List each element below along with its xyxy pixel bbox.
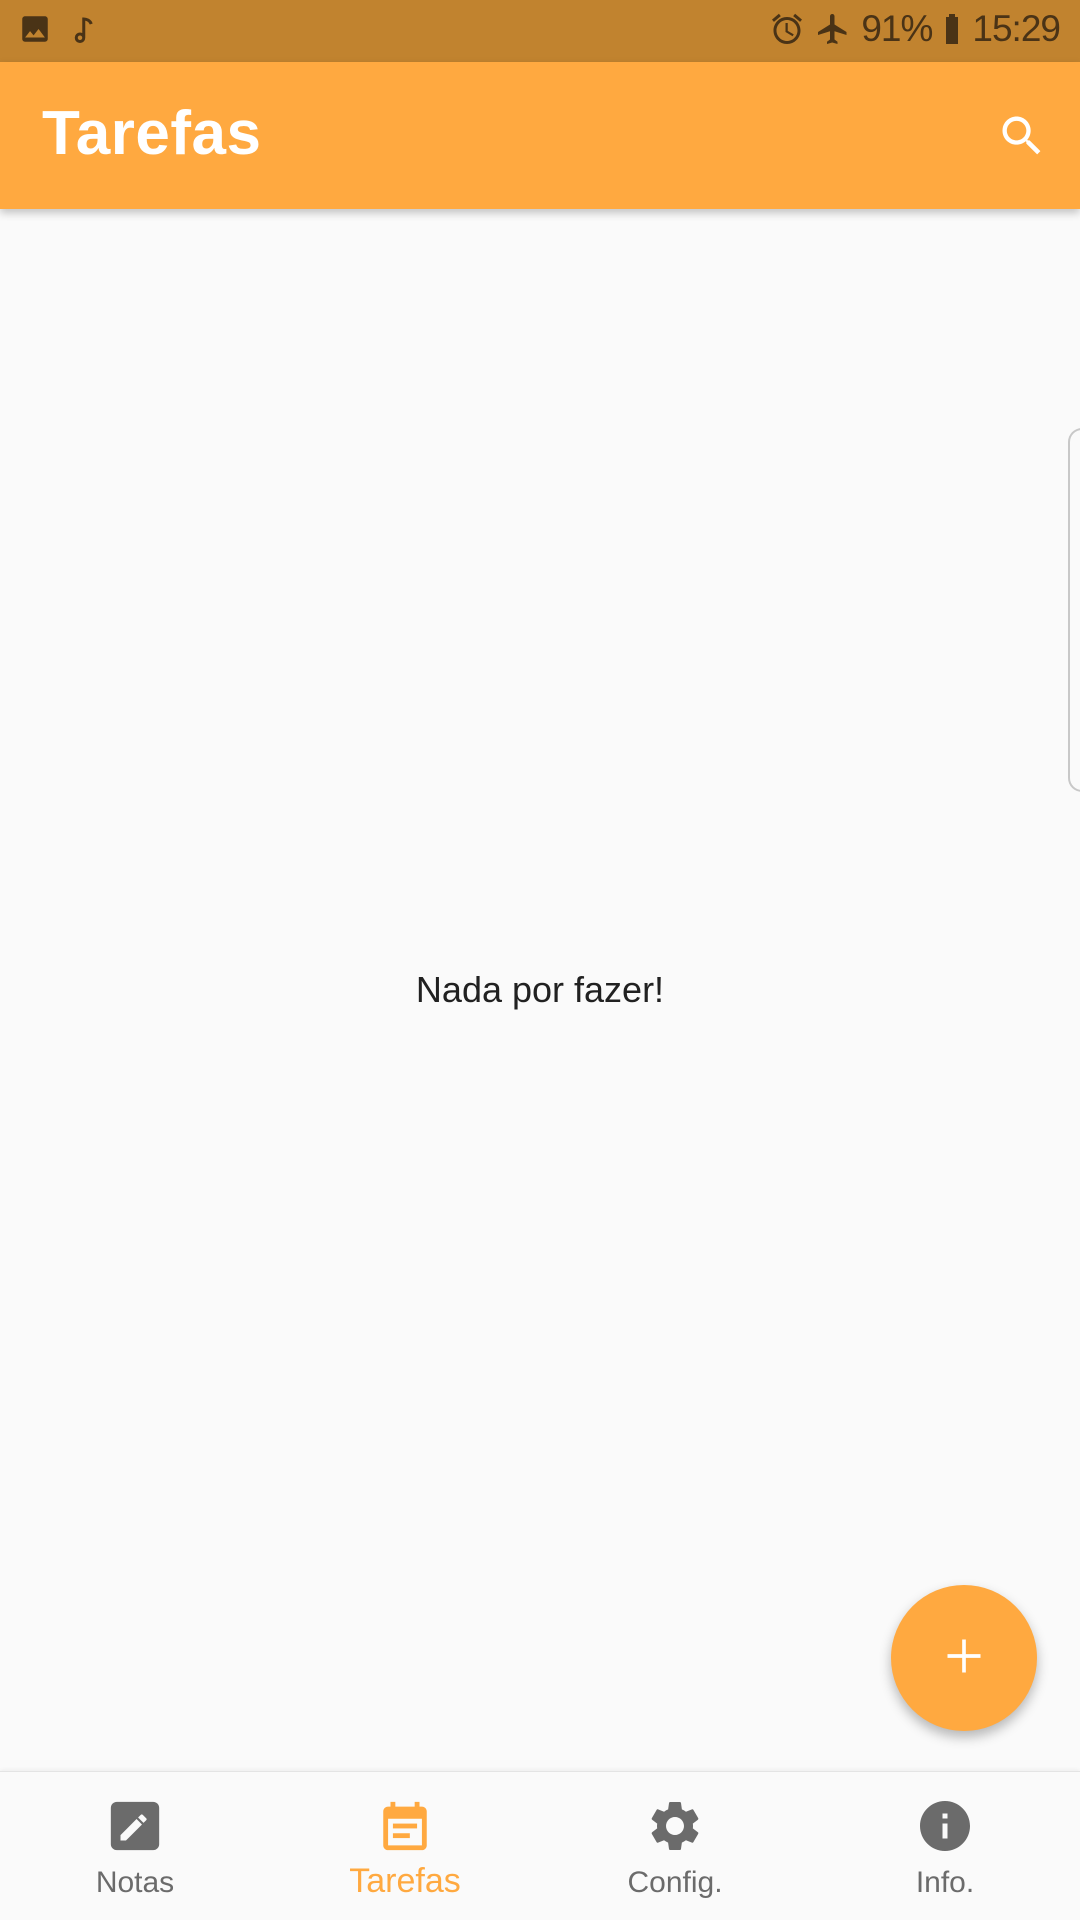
image-icon (18, 12, 52, 46)
music-note-icon (70, 12, 100, 46)
info-icon (915, 1796, 975, 1856)
page-title: Tarefas (42, 99, 262, 168)
status-right-icons: 91% 15:29 (769, 8, 1061, 50)
calendar-icon (375, 1796, 435, 1856)
edit-icon (105, 1796, 165, 1856)
nav-item-config[interactable]: Config. (540, 1772, 810, 1920)
alarm-icon (769, 11, 805, 47)
battery-icon (942, 11, 962, 47)
edge-panel-handle[interactable] (1068, 428, 1080, 792)
battery-percent: 91% (861, 8, 933, 49)
airplane-mode-icon (815, 11, 851, 47)
search-icon (996, 110, 1048, 167)
add-task-button[interactable] (891, 1585, 1037, 1731)
screen: 91% 15:29 Tarefas Nada por fazer! Notas … (0, 0, 1080, 1920)
add-icon (942, 1634, 986, 1683)
status-bar: 91% 15:29 (0, 0, 1080, 62)
clock: 15:29 (972, 8, 1061, 49)
nav-item-tarefas[interactable]: Tarefas (270, 1772, 540, 1920)
gear-icon (645, 1796, 705, 1856)
empty-state-message: Nada por fazer! (415, 969, 665, 1010)
task-list-area: Nada por fazer! (0, 209, 1080, 1771)
nav-item-notas[interactable]: Notas (0, 1772, 270, 1920)
search-button[interactable] (986, 102, 1058, 174)
app-bar: Tarefas (0, 62, 1080, 209)
nav-label-config: Config. (627, 1866, 723, 1899)
nav-item-info[interactable]: Info. (810, 1772, 1080, 1920)
bottom-navigation: Notas Tarefas Config. Info. (0, 1771, 1080, 1920)
nav-label-tarefas: Tarefas (349, 1862, 461, 1900)
nav-label-info: Info. (915, 1866, 975, 1899)
status-left-icons (18, 12, 100, 46)
nav-label-notas: Notas (95, 1866, 175, 1899)
